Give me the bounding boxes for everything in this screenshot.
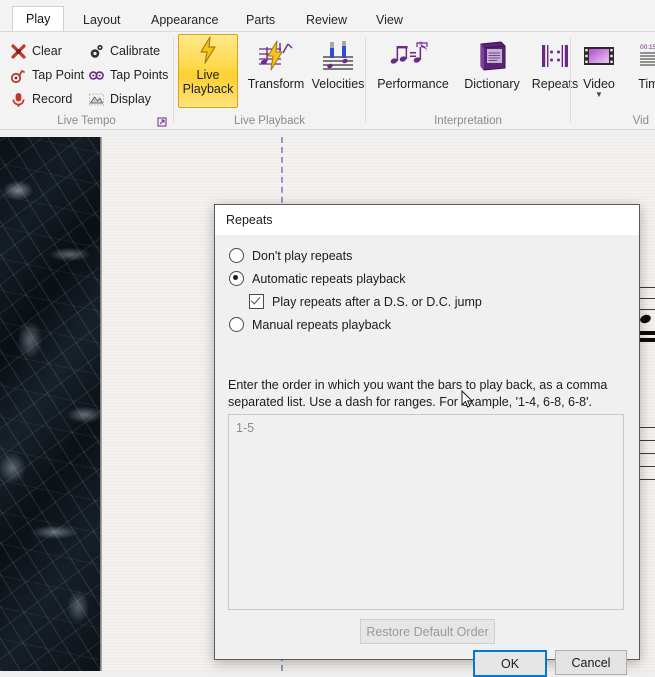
- cancel-button-label: Cancel: [571, 655, 611, 670]
- notehead-icon: [638, 313, 653, 325]
- restore-default-order-button[interactable]: Restore Default Order: [360, 619, 495, 644]
- radio-automatic-repeats-playback[interactable]: Automatic repeats playback: [229, 271, 406, 286]
- ribbon-group-interpretation: 8 Performance Dictionary Repeats Interpr…: [366, 32, 578, 130]
- bar-order-input[interactable]: 1-5: [228, 414, 624, 610]
- checkbox-play-repeats-after-jump-label: Play repeats after a D.S. or D.C. jump: [272, 294, 482, 309]
- radio-button-icon[interactable]: [229, 317, 244, 332]
- group-label-live-playback: Live Playback: [234, 115, 305, 127]
- checkbox-play-repeats-after-jump[interactable]: Play repeats after a D.S. or D.C. jump: [249, 294, 482, 309]
- group-label-video: Vid: [632, 115, 649, 127]
- performance-button[interactable]: 8 Performance: [371, 38, 455, 92]
- radio-button-selected-icon[interactable]: [229, 271, 244, 286]
- ribbon-gap: [0, 130, 655, 137]
- desktop-marble-background: [0, 137, 100, 671]
- checkbox-checked-icon[interactable]: [249, 294, 264, 309]
- ribbon-group-live-playback: Live Playback Transform Velocities Live …: [174, 32, 365, 130]
- dictionary-book-icon: [459, 38, 525, 74]
- svg-text:00:15: 00:15: [640, 44, 655, 51]
- tab-parts[interactable]: Parts: [233, 10, 288, 31]
- radio-dont-play-repeats[interactable]: Don't play repeats: [229, 248, 352, 263]
- timecode-icon: 00:15: [629, 38, 655, 74]
- video-button[interactable]: Video ▼: [573, 38, 625, 99]
- clear-tempo-icon: [10, 43, 27, 60]
- cancel-button[interactable]: Cancel: [555, 650, 627, 675]
- live-tempo-dialog-launcher-icon[interactable]: [157, 116, 167, 127]
- record-tempo-icon: [10, 91, 27, 108]
- tap-point-label: Tap Point: [32, 68, 85, 82]
- tap-point-icon: [10, 67, 27, 84]
- live-playback-label-line1: Live: [196, 68, 220, 82]
- calibrate-icon: [88, 43, 105, 60]
- film-strip-icon: [573, 38, 625, 74]
- display-label: Display: [110, 92, 151, 106]
- radio-dont-play-repeats-label: Don't play repeats: [252, 248, 353, 263]
- repeats-dialog: Repeats Don't play repeats Automatic rep…: [214, 204, 640, 677]
- ok-button[interactable]: OK: [473, 650, 547, 677]
- clear-tempo-button[interactable]: Clear: [10, 40, 62, 62]
- velocities-icon: [302, 38, 374, 74]
- radio-manual-repeats-playback-label: Manual repeats playback: [252, 317, 391, 332]
- ribbon: Play Layout Appearance Parts Review View…: [0, 0, 655, 137]
- ribbon-tab-strip: Play Layout Appearance Parts Review View: [0, 0, 655, 32]
- dictionary-button[interactable]: Dictionary: [459, 38, 525, 91]
- radio-automatic-repeats-playback-label: Automatic repeats playback: [252, 271, 406, 286]
- calibrate-button[interactable]: Calibrate: [88, 40, 160, 62]
- video-label: Video: [583, 77, 615, 91]
- performance-label: Performance: [377, 77, 449, 91]
- ribbon-body: Clear Tap Point Record Calibrate Tap Poi…: [0, 31, 655, 130]
- restore-default-order-label: Restore Default Order: [366, 624, 489, 639]
- record-tempo-button[interactable]: Record: [10, 88, 72, 110]
- dictionary-label: Dictionary: [464, 77, 520, 91]
- ribbon-group-video: Video ▼ 00:15 Timec Vid: [571, 32, 655, 130]
- bar-order-input-value: 1-5: [236, 421, 255, 435]
- tap-point-button[interactable]: Tap Point: [10, 64, 84, 86]
- tab-review[interactable]: Review: [293, 10, 360, 31]
- dialog-body: Don't play repeats Automatic repeats pla…: [215, 236, 639, 677]
- dialog-title-bar: Repeats: [215, 205, 639, 236]
- tap-points-icon: [88, 67, 105, 84]
- ribbon-group-live-tempo: Clear Tap Point Record Calibrate Tap Poi…: [0, 32, 173, 130]
- chevron-down-icon[interactable]: ▼: [573, 91, 625, 99]
- tap-points-button[interactable]: Tap Points: [88, 64, 168, 86]
- record-tempo-label: Record: [32, 92, 73, 106]
- dialog-title-label: Repeats: [226, 213, 273, 227]
- performance-notes-icon: 8: [371, 38, 455, 74]
- tab-appearance[interactable]: Appearance: [138, 10, 231, 31]
- radio-manual-repeats-playback[interactable]: Manual repeats playback: [229, 317, 391, 332]
- timecode-button[interactable]: 00:15 Timec: [629, 38, 655, 91]
- tab-play[interactable]: Play: [12, 6, 65, 32]
- order-help-text: Enter the order in which you want the ba…: [228, 378, 608, 409]
- display-button[interactable]: Display: [88, 88, 151, 110]
- live-playback-label-line2: Playback: [182, 82, 234, 96]
- timecode-label: Timec: [638, 77, 655, 91]
- velocities-button[interactable]: Velocities: [302, 38, 374, 91]
- clear-tempo-label: Clear: [32, 44, 62, 58]
- tap-points-label: Tap Points: [110, 68, 169, 82]
- ok-button-label: OK: [500, 656, 520, 671]
- tab-layout[interactable]: Layout: [70, 10, 134, 31]
- calibrate-label: Calibrate: [110, 44, 161, 58]
- tab-view[interactable]: View: [363, 10, 416, 31]
- live-playback-toggle-button[interactable]: Live Playback: [178, 34, 238, 108]
- velocities-label: Velocities: [311, 77, 365, 91]
- radio-button-icon[interactable]: [229, 248, 244, 263]
- lightning-bolt-icon: [179, 35, 237, 65]
- display-icon: [88, 91, 105, 108]
- group-label-live-tempo: Live Tempo: [57, 115, 116, 127]
- group-label-interpretation: Interpretation: [434, 115, 502, 127]
- svg-text:8: 8: [420, 42, 423, 48]
